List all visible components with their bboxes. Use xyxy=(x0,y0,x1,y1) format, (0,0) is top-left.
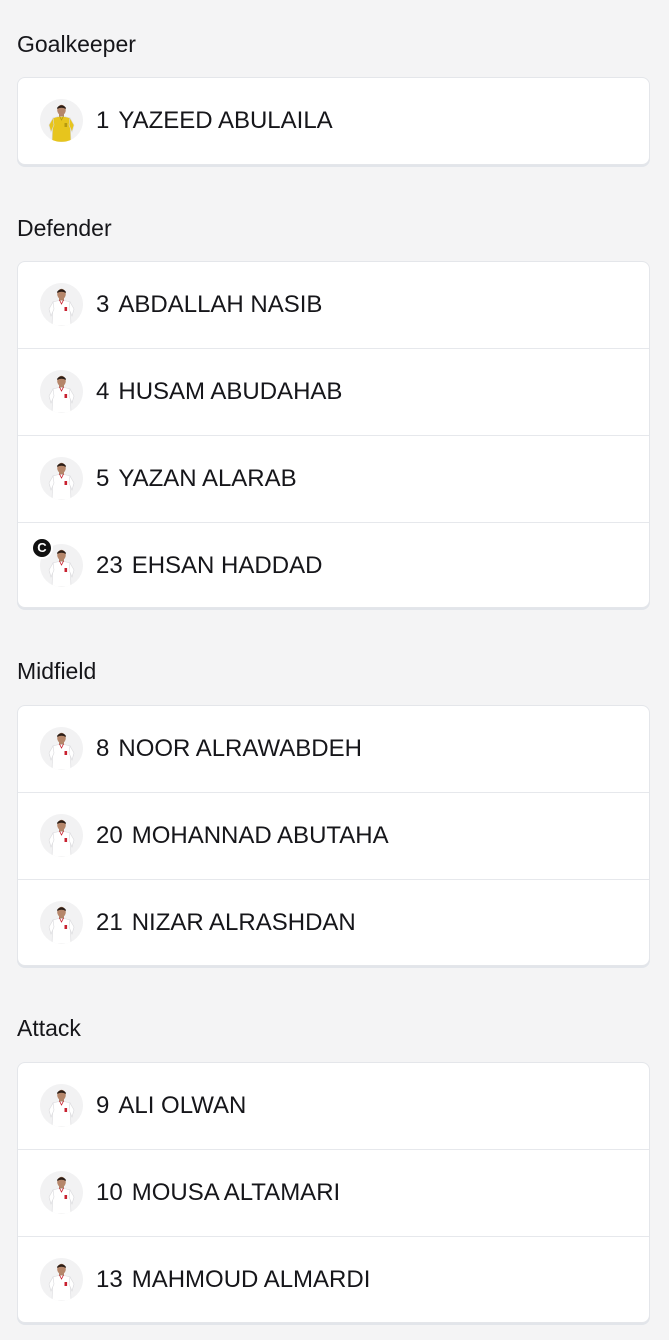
section-title: Goalkeeper xyxy=(17,31,136,57)
player-row[interactable]: 8 NOOR ALRAWABDEH xyxy=(18,706,649,793)
player-row[interactable]: 1 YAZEED ABULAILA xyxy=(18,78,649,164)
player-name: YAZEED ABULAILA xyxy=(118,107,333,134)
player-name: HUSAM ABUDAHAB xyxy=(118,378,343,405)
player-avatar xyxy=(40,1258,83,1301)
player-number: 1 xyxy=(96,107,110,134)
player-row[interactable]: 5 YAZAN ALARAB xyxy=(18,436,649,523)
section-title: Defender xyxy=(17,215,112,241)
player-row[interactable]: 21 NIZAR ALRASHDAN xyxy=(18,880,649,965)
player-avatar xyxy=(40,901,83,944)
player-number: 5 xyxy=(96,465,110,492)
section-title: Attack xyxy=(17,1015,81,1041)
player-number: 4 xyxy=(96,378,110,405)
player-card: 3 ABDALLAH NASIB 4 HUSAM ABUDAHAB 5 YAZA… xyxy=(17,261,650,608)
player-number: 23 xyxy=(96,552,123,579)
player-row[interactable]: C 23 EHSAN HADDAD xyxy=(18,523,649,607)
player-row[interactable]: 13 MAHMOUD ALMARDI xyxy=(18,1237,649,1322)
player-avatar xyxy=(40,99,83,142)
player-row[interactable]: 20 MOHANNAD ABUTAHA xyxy=(18,793,649,880)
player-name: NIZAR ALRASHDAN xyxy=(131,909,356,936)
player-avatar xyxy=(40,1084,83,1127)
player-number: 13 xyxy=(96,1266,123,1293)
player-row[interactable]: 4 HUSAM ABUDAHAB xyxy=(18,349,649,436)
player-number: 21 xyxy=(96,909,123,936)
player-name: MOUSA ALTAMARI xyxy=(131,1179,341,1206)
player-card: 8 NOOR ALRAWABDEH 20 MOHANNAD ABUTAHA 21… xyxy=(17,705,650,966)
player-name: ABDALLAH NASIB xyxy=(118,291,323,318)
player-name: MAHMOUD ALMARDI xyxy=(131,1266,371,1293)
player-number: 9 xyxy=(96,1092,110,1119)
player-number: 8 xyxy=(96,735,110,762)
player-name: ALI OLWAN xyxy=(118,1092,247,1119)
player-row[interactable]: 9 ALI OLWAN xyxy=(18,1063,649,1150)
player-number: 10 xyxy=(96,1179,123,1206)
player-row[interactable]: 10 MOUSA ALTAMARI xyxy=(18,1150,649,1237)
player-name: EHSAN HADDAD xyxy=(131,552,323,579)
player-avatar xyxy=(40,814,83,857)
player-name: NOOR ALRAWABDEH xyxy=(118,735,362,762)
player-avatar xyxy=(40,370,83,413)
player-card: 9 ALI OLWAN 10 MOUSA ALTAMARI 13 MAHMOUD… xyxy=(17,1062,650,1323)
squad-list: Goalkeeper 1 YAZEED ABULAILA Defender 3 … xyxy=(0,0,669,1340)
player-name: YAZAN ALARAB xyxy=(118,465,297,492)
section-title: Midfield xyxy=(17,658,97,684)
captain-badge-icon: C xyxy=(31,537,53,559)
player-number: 3 xyxy=(96,291,110,318)
player-avatar xyxy=(40,457,83,500)
player-avatar xyxy=(40,727,83,770)
player-number: 20 xyxy=(96,822,123,849)
player-avatar xyxy=(40,1171,83,1214)
player-avatar xyxy=(40,283,83,326)
player-card: 1 YAZEED ABULAILA xyxy=(17,77,650,165)
player-row[interactable]: 3 ABDALLAH NASIB xyxy=(18,262,649,349)
player-name: MOHANNAD ABUTAHA xyxy=(131,822,389,849)
